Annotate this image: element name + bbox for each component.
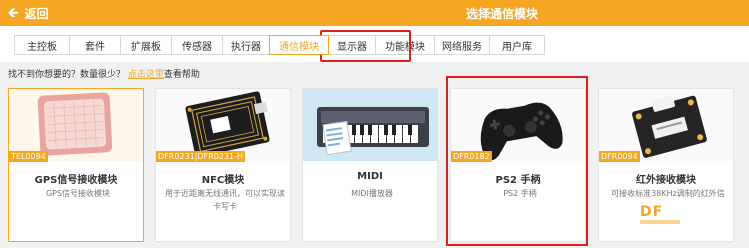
module-card-ir-receiver[interactable]: DFR0094 红外接收模块 可接收标准38KHz调制的红外信: [598, 88, 734, 242]
module-name: NFC模块: [201, 175, 245, 186]
page-title: 选择通信模块: [466, 7, 539, 21]
back-label: 返回: [24, 7, 49, 21]
product-sku: TEL0094: [9, 151, 48, 162]
product-sku: DFR0231|DFR0231-H: [156, 151, 245, 162]
tab-expansion-board[interactable]: 扩展板: [120, 35, 172, 55]
module-card-midi[interactable]: MIDI MIDI播放器: [302, 88, 438, 242]
back-arrow-icon: 🡰: [8, 5, 19, 21]
product-sku: DFR0094: [599, 151, 640, 162]
df-watermark-logo: DF: [640, 204, 680, 224]
highlight-box-tab: [320, 30, 411, 62]
module-description: 用于近距离无线通讯，可以实现读卡写卡: [165, 189, 285, 211]
tab-user-library[interactable]: 用户库: [489, 35, 545, 55]
back-button[interactable]: 🡰 返回: [8, 5, 49, 22]
tab-network-services[interactable]: 网络服务: [434, 35, 490, 55]
tab-kits[interactable]: 套件: [69, 35, 121, 55]
module-card-nfc[interactable]: DFR0231|DFR0231-H NFC模块 用于近距离无线通讯，可以实现读卡…: [155, 88, 291, 242]
module-name: GPS信号接收模块: [34, 175, 118, 186]
module-description: GPS信号接收模块: [45, 189, 111, 198]
hint-suffix: 查看帮助: [163, 70, 200, 80]
module-card-gps[interactable]: TEL0094 GPS信号接收模块 GPS信号接收模块: [8, 88, 144, 242]
watermark-text: DF: [640, 204, 664, 220]
watermark-underline: [640, 220, 680, 224]
module-name: 红外接收模块: [636, 175, 696, 186]
tab-main-board[interactable]: 主控板: [14, 35, 70, 55]
module-description: 可接收标准38KHz调制的红外信: [611, 189, 725, 198]
tab-communication[interactable]: 通信模块: [269, 35, 329, 55]
midi-keyboard-image: [303, 89, 437, 161]
header-bar: 🡰 返回 选择通信模块: [0, 0, 749, 26]
hint-text: 找不到你想要的？数量很少？: [8, 70, 126, 80]
module-description: MIDI播放器: [351, 189, 393, 198]
help-hint: 找不到你想要的？数量很少？ 点击这里查看帮助: [8, 67, 200, 80]
highlight-box-card: [446, 76, 588, 246]
tab-actuators[interactable]: 执行器: [222, 35, 270, 55]
help-link[interactable]: 点击这里: [128, 70, 164, 80]
tab-sensors[interactable]: 传感器: [171, 35, 223, 55]
module-name: MIDI: [357, 171, 383, 182]
